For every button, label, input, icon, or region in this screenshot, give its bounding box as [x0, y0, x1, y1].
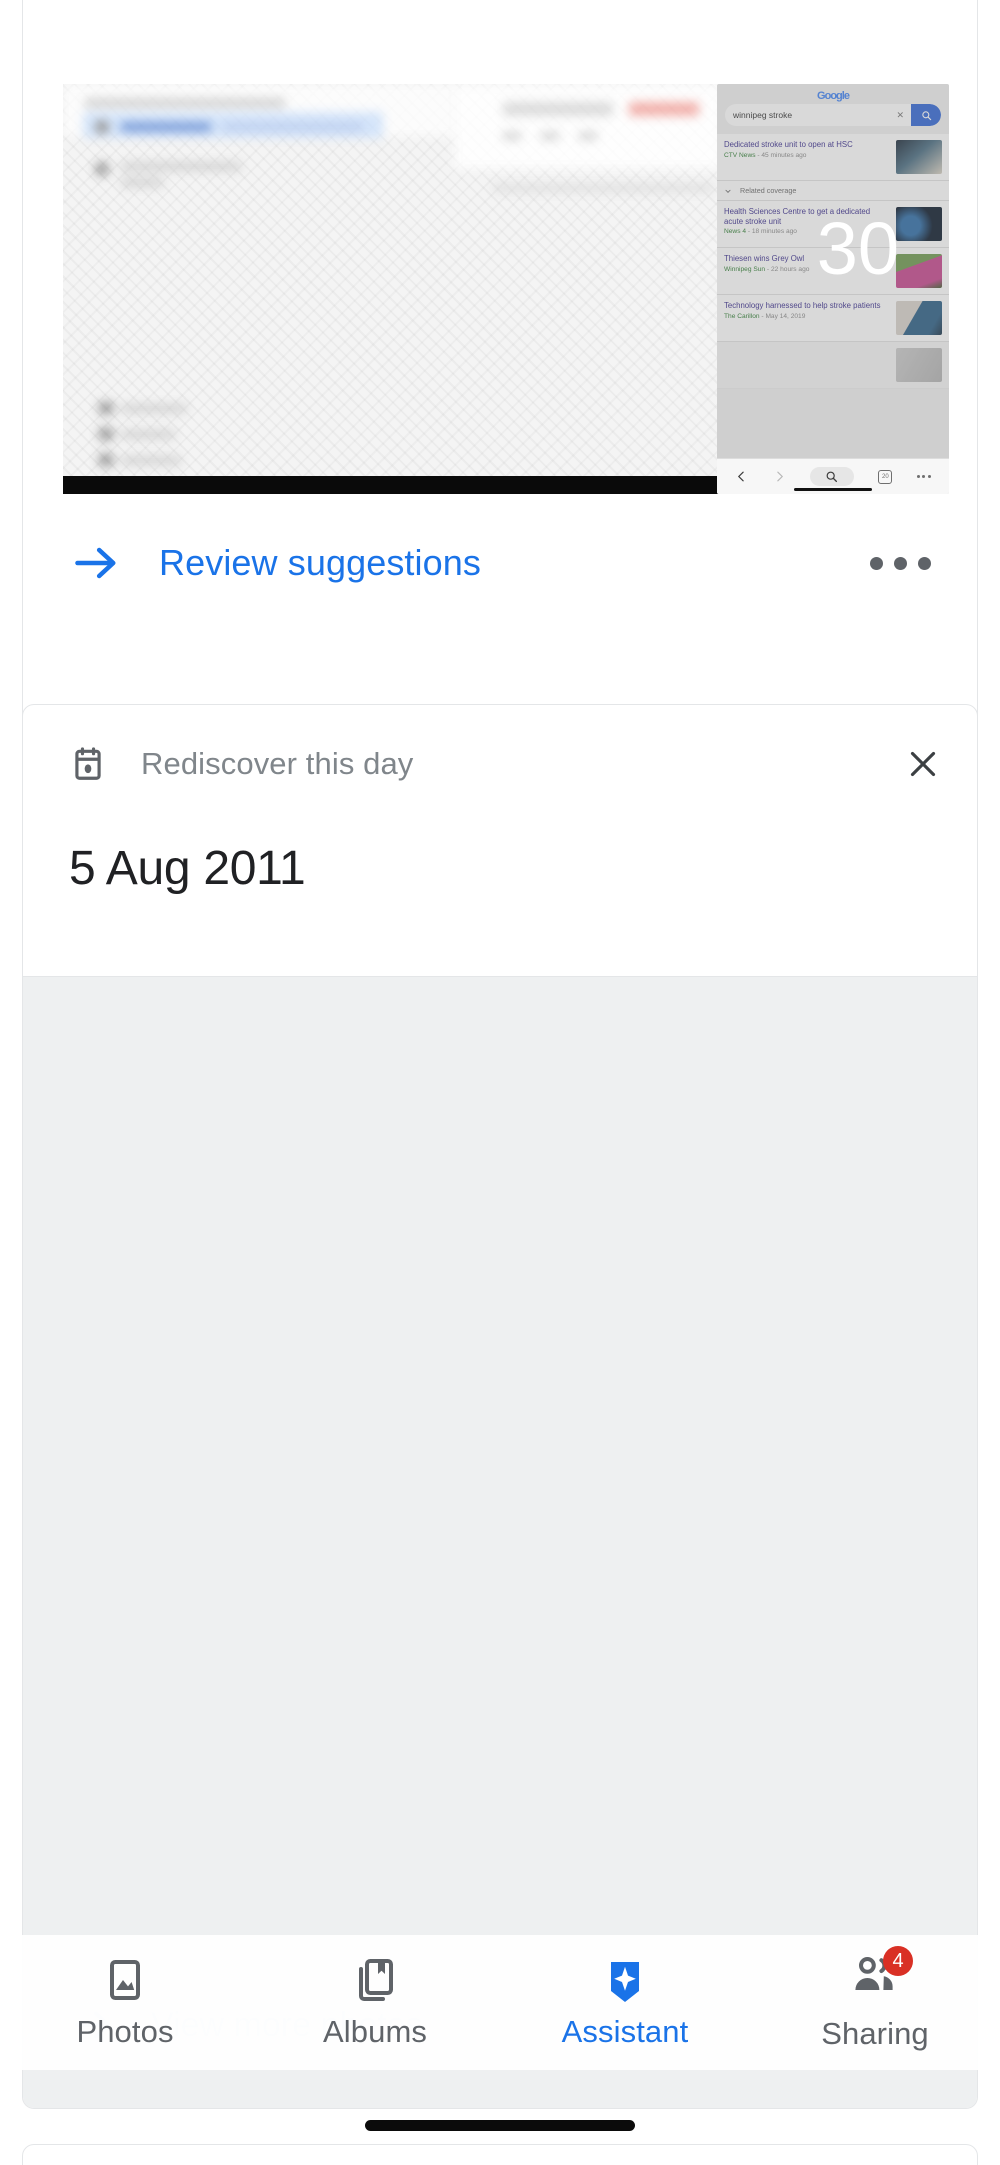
preview-result-thumbnail [896, 140, 942, 174]
tab-count-badge[interactable]: 20 [878, 469, 893, 484]
next-card[interactable]: Stylised photo [22, 2144, 978, 2165]
rediscover-header: Rediscover this day [23, 705, 977, 823]
search-icon[interactable] [809, 467, 854, 486]
tab-sharing[interactable]: 4 Sharing [750, 1946, 1000, 2052]
preview-result-item[interactable]: Dedicated stroke unit to open at HSC CTV… [717, 134, 949, 181]
rediscover-title: Rediscover this day [141, 746, 414, 781]
calendar-icon [75, 747, 101, 780]
tab-assistant[interactable]: Assistant [500, 1956, 750, 2050]
arrow-right-icon [75, 547, 116, 579]
more-options-icon[interactable] [916, 475, 931, 478]
preview-result-thumbnail [896, 207, 942, 241]
preview-result-item[interactable]: Technology harnessed to help stroke pati… [717, 295, 949, 342]
phone-screen: 02:23 4G [0, 0, 1000, 2165]
screenshot-bottom-bar [63, 476, 723, 494]
close-x-icon[interactable] [905, 746, 941, 782]
clear-x-icon[interactable]: ✕ [896, 110, 911, 121]
screenshot-previews[interactable]: Google winnipeg stroke ✕ Dedicated strok… [23, 0, 977, 504]
scroll-content[interactable]: Google winnipeg stroke ✕ Dedicated strok… [0, 0, 1000, 2165]
chevron-left-icon[interactable] [735, 470, 748, 483]
preview-related-coverage[interactable]: Related coverage [717, 181, 949, 201]
tab-albums[interactable]: Albums [250, 1956, 500, 2050]
suggestion-card[interactable]: Google winnipeg stroke ✕ Dedicated strok… [22, 0, 978, 764]
preview-result-thumbnail [896, 254, 942, 288]
photo-icon [110, 1959, 140, 2000]
preview-result-meta: The Carillon - May 14, 2019 [724, 312, 806, 320]
sharing-icon-wrapper: 4 [851, 1946, 913, 2006]
preview-home-indicator [794, 488, 872, 491]
sharing-badge: 4 [883, 1946, 913, 1976]
bottom-tab-bar[interactable]: Photos Albums Assistant 4 Sharing [0, 1935, 1000, 2070]
preview-search-query: winnipeg stroke [733, 110, 793, 120]
screenshot-thumbnail-left[interactable] [63, 84, 723, 494]
preview-search-header: Google winnipeg stroke ✕ [717, 84, 949, 134]
google-logo: Google [817, 90, 850, 102]
assistant-icon [611, 1961, 639, 2002]
rediscover-date: 5 Aug 2011 [69, 842, 306, 895]
next-card-header: Stylised photo [23, 2145, 977, 2165]
preview-result-title: Technology harnessed to help stroke pati… [724, 301, 881, 310]
preview-result-thumbnail [896, 348, 942, 382]
preview-search-bar[interactable]: winnipeg stroke ✕ [725, 104, 941, 126]
preview-result-title: Dedicated stroke unit to open at HSC [724, 140, 853, 149]
rediscover-card[interactable]: Rediscover this day 5 Aug 2011 View more… [22, 704, 978, 2109]
preview-result-thumbnail [896, 301, 942, 335]
chevron-down-icon [725, 189, 731, 193]
tab-albums-label: Albums [323, 2013, 427, 2049]
tab-photos-label: Photos [76, 2013, 174, 2049]
preview-result-item-partial[interactable] [717, 342, 949, 389]
home-indicator [365, 2120, 635, 2131]
chevron-right-icon[interactable] [773, 470, 786, 483]
search-icon[interactable] [911, 104, 941, 126]
preview-result-meta: CTV News - 45 minutes ago [724, 151, 807, 159]
review-suggestions-row[interactable]: Review suggestions [23, 504, 977, 622]
review-suggestions-label: Review suggestions [159, 542, 481, 583]
tab-assistant-label: Assistant [561, 2013, 689, 2049]
tab-photos[interactable]: Photos [0, 1956, 250, 2050]
photo-count-overlay: 30 [816, 207, 899, 290]
albums-icon [359, 1958, 393, 2001]
preview-result-title-partial [724, 348, 890, 358]
more-options-icon[interactable] [864, 539, 937, 588]
tab-sharing-label: Sharing [821, 2016, 929, 2051]
